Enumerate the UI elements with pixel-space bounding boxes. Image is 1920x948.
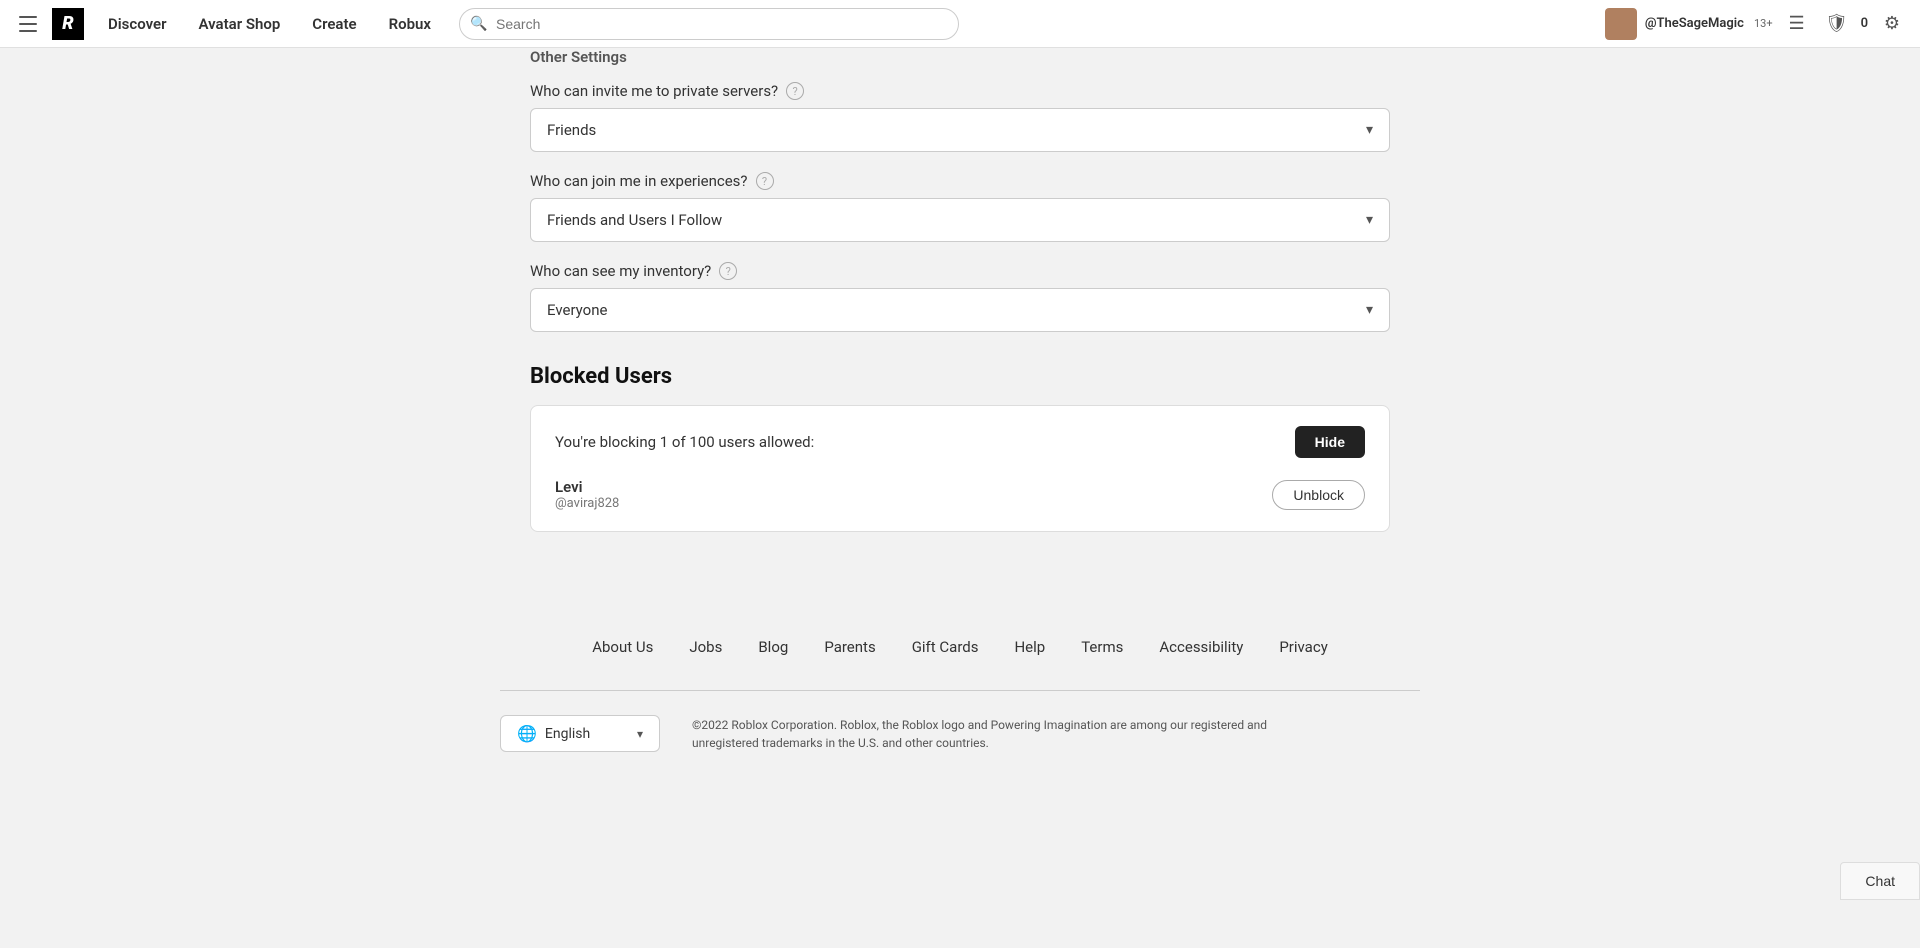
inventory-setting: Who can see my inventory? ? Everyone ▾: [530, 262, 1390, 332]
join-experiences-setting: Who can join me in experiences? ? Friend…: [530, 172, 1390, 242]
hamburger-menu[interactable]: [12, 8, 44, 40]
blocked-user-handle: @aviraj828: [555, 496, 1256, 511]
table-row: Levi @aviraj828 Unblock: [555, 478, 1365, 511]
blocking-info: You're blocking 1 of 100 users allowed:: [555, 433, 814, 451]
footer: About Us Jobs Blog Parents Gift Cards He…: [460, 592, 1460, 772]
footer-link-terms[interactable]: Terms: [1063, 632, 1141, 662]
private-servers-setting: Who can invite me to private servers? ? …: [530, 82, 1390, 152]
join-experiences-dropdown[interactable]: Friends and Users I Follow ▾: [530, 198, 1390, 242]
footer-link-help[interactable]: Help: [996, 632, 1063, 662]
nav-right: @TheSageMagic 13+ ☰ 🛡 0 ⚙: [1605, 8, 1908, 40]
blocked-users-card: You're blocking 1 of 100 users allowed: …: [530, 405, 1390, 532]
robux-count: 0: [1861, 16, 1868, 31]
user-avatar: [1605, 8, 1637, 40]
nav-discover[interactable]: Discover: [96, 0, 178, 48]
language-selector[interactable]: 🌐 English ▾: [500, 715, 660, 752]
chevron-down-icon: ▾: [1366, 302, 1373, 318]
nav-robux[interactable]: Robux: [377, 0, 443, 48]
settings-icon-btn[interactable]: ⚙: [1876, 8, 1908, 40]
footer-link-gift-cards[interactable]: Gift Cards: [894, 632, 997, 662]
footer-link-blog[interactable]: Blog: [740, 632, 806, 662]
inventory-help-icon[interactable]: ?: [719, 262, 737, 280]
unblock-button[interactable]: Unblock: [1272, 480, 1365, 510]
private-servers-dropdown[interactable]: Friends ▾: [530, 108, 1390, 152]
footer-link-jobs[interactable]: Jobs: [671, 632, 740, 662]
roblox-logo: R: [52, 8, 84, 40]
search-icon: 🔍: [470, 16, 487, 32]
language-label: English: [545, 726, 590, 742]
search-container: 🔍: [459, 8, 959, 40]
nav-avatar-shop[interactable]: Avatar Shop: [186, 0, 292, 48]
section-title: Other Settings: [530, 48, 1390, 66]
footer-link-about-us[interactable]: About Us: [574, 632, 671, 662]
private-servers-help-icon[interactable]: ?: [786, 82, 804, 100]
chevron-down-icon: ▾: [1366, 212, 1373, 228]
join-experiences-label: Who can join me in experiences? ?: [530, 172, 1390, 190]
blocked-users-header: You're blocking 1 of 100 users allowed: …: [555, 426, 1365, 458]
shield-icon-btn[interactable]: 🛡: [1821, 8, 1853, 40]
navbar: R Discover Avatar Shop Create Robux 🔍 @T…: [0, 0, 1920, 48]
inventory-label: Who can see my inventory? ?: [530, 262, 1390, 280]
private-servers-label: Who can invite me to private servers? ?: [530, 82, 1390, 100]
blocked-user-info: Levi @aviraj828: [555, 478, 1256, 511]
chevron-down-icon: ▾: [637, 727, 643, 741]
chevron-down-icon: ▾: [1366, 122, 1373, 138]
footer-copyright: ©2022 Roblox Corporation. Roblox, the Ro…: [692, 716, 1292, 752]
footer-links: About Us Jobs Blog Parents Gift Cards He…: [480, 632, 1440, 662]
inventory-dropdown[interactable]: Everyone ▾: [530, 288, 1390, 332]
search-input[interactable]: [459, 8, 959, 40]
main-content: Other Settings Who can invite me to priv…: [510, 48, 1410, 592]
join-experiences-help-icon[interactable]: ?: [756, 172, 774, 190]
footer-bottom: 🌐 English ▾ ©2022 Roblox Corporation. Ro…: [480, 715, 1440, 772]
blocked-user-name: Levi: [555, 478, 1256, 496]
age-badge: 13+: [1754, 17, 1773, 30]
chat-button[interactable]: Chat: [1840, 862, 1920, 900]
footer-link-privacy[interactable]: Privacy: [1261, 632, 1345, 662]
nav-username: @TheSageMagic: [1645, 16, 1744, 31]
blocked-users-title: Blocked Users: [530, 364, 1390, 389]
nav-create[interactable]: Create: [300, 0, 368, 48]
footer-link-parents[interactable]: Parents: [806, 632, 893, 662]
footer-divider: [500, 690, 1420, 691]
footer-link-accessibility[interactable]: Accessibility: [1141, 632, 1261, 662]
chat-icon-btn[interactable]: ☰: [1781, 8, 1813, 40]
hide-button[interactable]: Hide: [1295, 426, 1365, 458]
globe-icon: 🌐: [517, 724, 537, 743]
